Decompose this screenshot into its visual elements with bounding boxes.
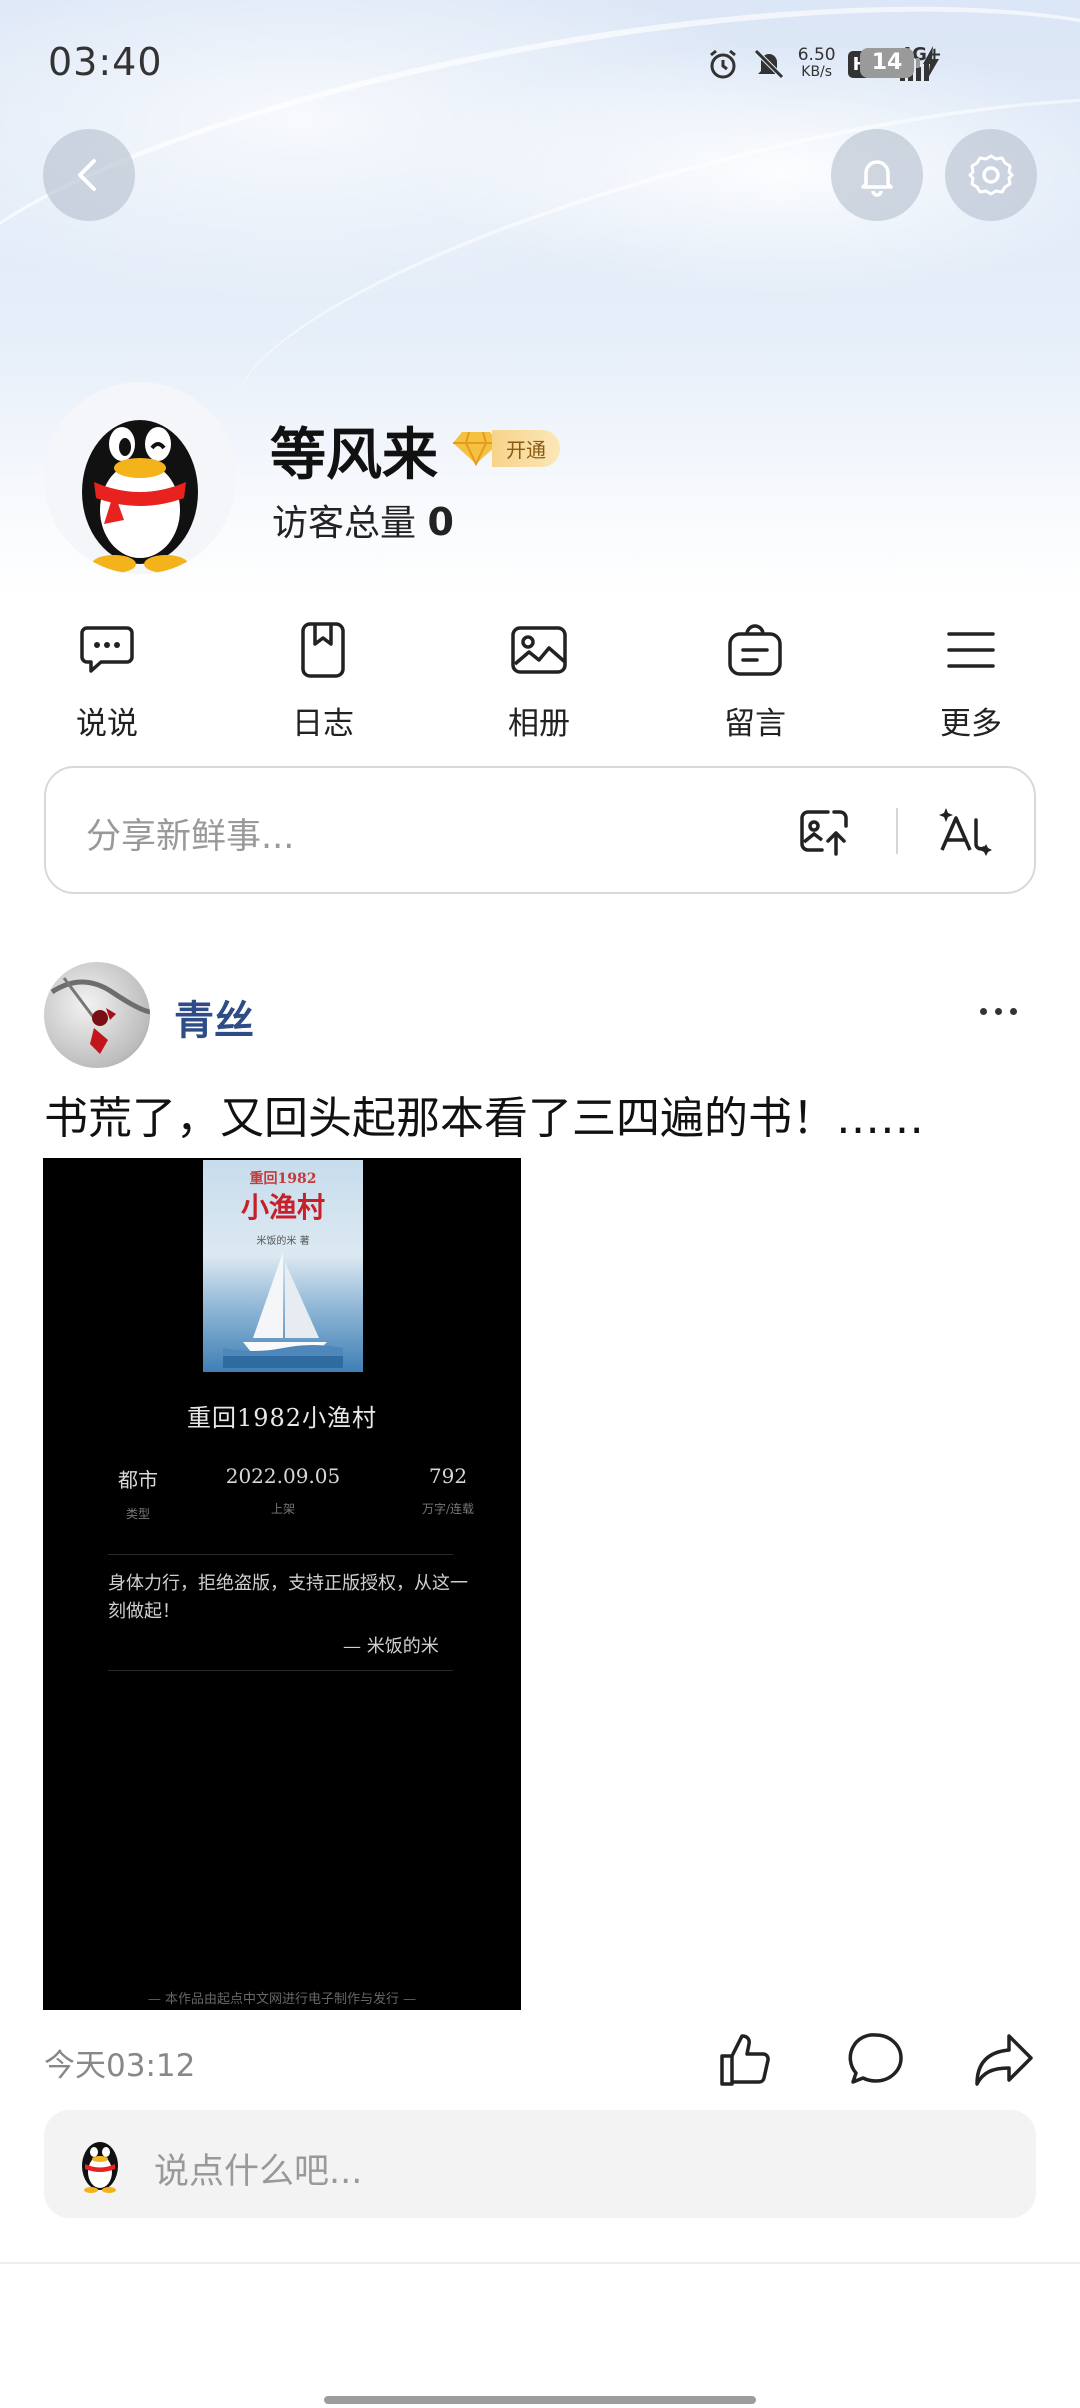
- share-divider: [896, 808, 898, 854]
- net-speed-value: 6.50: [797, 45, 836, 65]
- bell-icon: [861, 160, 893, 197]
- profile-username: 等风来: [270, 423, 438, 488]
- nav-item-album[interactable]: 相册: [459, 618, 619, 743]
- back-button[interactable]: [43, 129, 135, 221]
- ai-sparkle-icon[interactable]: [936, 804, 996, 860]
- comment-placeholder: 说点什么吧...: [154, 2152, 363, 2192]
- book-stat-date: 2022.09.05 上架: [213, 1464, 353, 1517]
- stat-value: 2022.09.05: [225, 1464, 341, 1488]
- vip-badge[interactable]: 开通: [452, 429, 560, 467]
- post-time: 今天03:12: [44, 2048, 196, 2084]
- post-image-book[interactable]: 重回1982 小渔村 米饭的米 著 重回1982小渔村 都市 类型 2022.0…: [43, 1158, 521, 2010]
- chevron-left-icon: [78, 159, 96, 191]
- book-divider: [108, 1554, 453, 1555]
- notifications-button[interactable]: [831, 129, 923, 221]
- feed-divider: [0, 2262, 1080, 2264]
- book-divider: [108, 1670, 453, 1671]
- share-placeholder: 分享新鲜事...: [86, 817, 295, 857]
- like-button[interactable]: [714, 2028, 778, 2092]
- quick-nav: 说说 日志 相册 留言 更多: [0, 618, 1080, 748]
- avatar-image: [50, 977, 150, 1054]
- mute-bell-icon: [752, 44, 786, 84]
- nav-label: 相册: [508, 706, 570, 742]
- book-quote-author: — 米饭的米: [343, 1636, 439, 1657]
- net-speed: 6.50 KB/s: [798, 47, 836, 81]
- cover-title: 小渔村: [240, 1191, 325, 1224]
- sailboat-icon: [223, 1252, 343, 1368]
- photo-upload-icon[interactable]: [798, 806, 850, 858]
- chat-bubble-icon: [75, 618, 139, 682]
- stat-label: 上架: [270, 1502, 295, 1516]
- visitor-count-label: 访客总量: [272, 503, 417, 544]
- settings-button[interactable]: [945, 129, 1037, 221]
- stat-label: 类型: [125, 1507, 150, 1521]
- nav-item-message-board[interactable]: 留言: [675, 618, 835, 743]
- nav-label: 日志: [292, 706, 354, 742]
- cover-subtitle: 重回1982: [249, 1171, 317, 1187]
- book-stat-genre: 都市 类型: [93, 1464, 183, 1522]
- alarm-icon: [706, 44, 740, 84]
- nav-item-diary[interactable]: 日志: [243, 618, 403, 743]
- home-indicator[interactable]: [324, 2396, 756, 2404]
- dot: [980, 1008, 987, 1015]
- comment-input[interactable]: 说点什么吧...: [44, 2110, 1036, 2218]
- status-bar: 03:40 6.50 KB/s HD 4G+ 14: [0, 0, 1080, 128]
- user-avatar[interactable]: [44, 382, 236, 574]
- thumbs-up-icon: [720, 2034, 770, 2086]
- nav-item-more[interactable]: 更多: [891, 618, 1051, 743]
- penguin-avatar-icon: [82, 420, 198, 573]
- net-speed-unit: KB/s: [801, 64, 833, 80]
- visitor-count-value: 0: [427, 500, 454, 544]
- vip-open-label: 开通: [492, 429, 560, 467]
- status-time: 03:40: [48, 40, 163, 84]
- book-stat-words: 792 万字/连载: [393, 1464, 503, 1517]
- battery-indicator: 14: [860, 48, 920, 78]
- visitor-count: 访客总量 0: [272, 494, 454, 546]
- comment-button[interactable]: [844, 2028, 908, 2092]
- nav-label: 说说: [76, 706, 138, 742]
- message-bag-icon: [723, 618, 787, 682]
- penguin-avatar-icon: [82, 2142, 118, 2193]
- gear-icon: [968, 154, 1014, 196]
- stat-label: 万字/连载: [421, 1502, 475, 1516]
- share-arrow-icon: [975, 2034, 1033, 2086]
- nav-label: 留言: [724, 706, 786, 742]
- post-author-name[interactable]: 青丝: [174, 988, 254, 1046]
- share-input-box[interactable]: 分享新鲜事...: [44, 766, 1036, 894]
- nav-label: 更多: [940, 706, 1002, 742]
- book-footer: — 本作品由起点中文网进行电子制作与发行 —: [147, 1992, 417, 2007]
- book-quote: 身体力行，拒绝盗版，支持正版授权，从这一刻做起！: [108, 1573, 468, 1622]
- book-title: 重回1982小渔村: [186, 1404, 378, 1432]
- book-cover: 重回1982 小渔村 米饭的米 著: [203, 1160, 363, 1372]
- nav-item-shuoshuo[interactable]: 说说: [27, 618, 187, 743]
- post-more-button[interactable]: [980, 1008, 1017, 1015]
- stat-value: 792: [428, 1464, 468, 1488]
- dot: [1010, 1008, 1017, 1015]
- charging-icon: [922, 46, 940, 82]
- bookmark-note-icon: [291, 618, 355, 682]
- comment-icon: [848, 2033, 903, 2084]
- menu-icon: [939, 618, 1003, 682]
- stat-value: 都市: [118, 1468, 158, 1492]
- post-author-avatar[interactable]: [44, 962, 150, 1068]
- post-text: 书荒了，又回头起那本看了三四遍的书！……: [44, 1093, 924, 1144]
- image-icon: [507, 618, 571, 682]
- dot: [995, 1008, 1002, 1015]
- share-button[interactable]: [972, 2028, 1036, 2092]
